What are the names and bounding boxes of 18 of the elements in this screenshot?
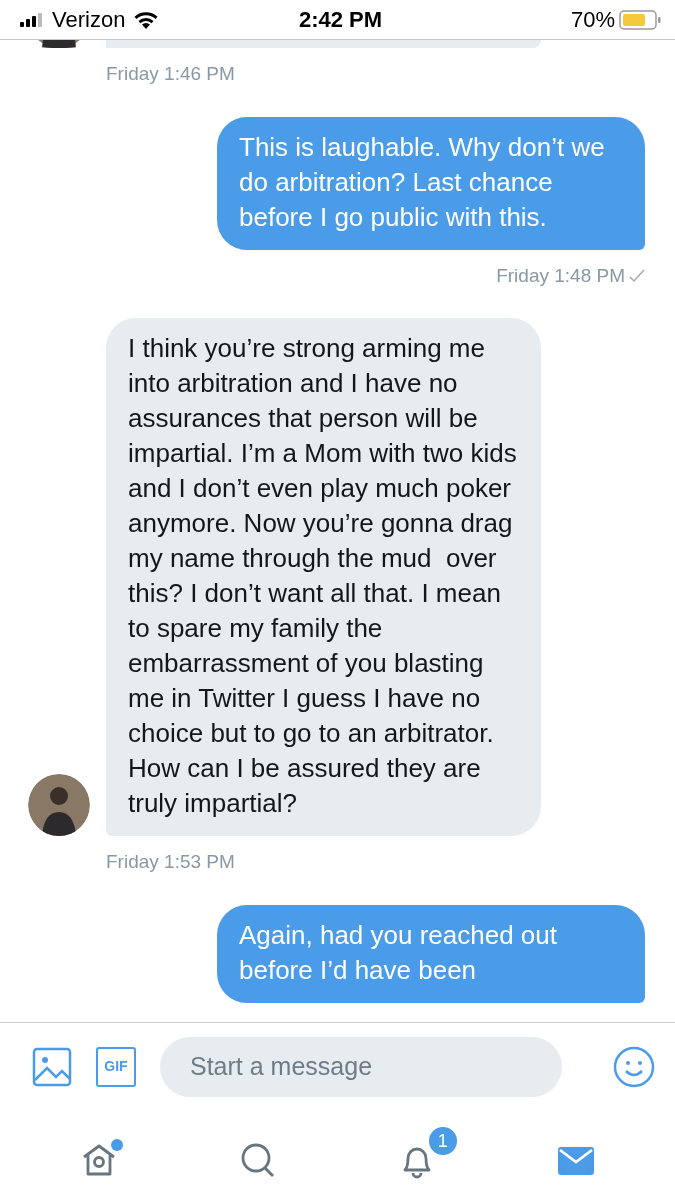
gif-button[interactable]: GIF <box>96 1046 136 1087</box>
tab-button[interactable]: 1 <box>374 1125 459 1185</box>
wifi-icon <box>133 10 160 29</box>
status-time: 2:42 PM <box>298 6 383 34</box>
notification-badge: 1 <box>426 1125 459 1157</box>
image-icon[interactable] <box>32 1046 72 1087</box>
message-time: Friday 1:46 PM <box>106 62 235 86</box>
message-time: Friday 1:53 PM <box>106 850 235 874</box>
message-bubble: This is laughable. Why don’t we do arbitration? Last chance before I go public with this. <box>217 116 645 250</box>
message-bubble: Again, had you reached out before I’d have been <box>217 904 645 1003</box>
signal-icon <box>20 12 44 27</box>
battery-icon <box>619 9 661 30</box>
carrier-name: Verizon <box>52 6 126 34</box>
message-bubble: I think you’re strong arming me into arbitration and I have no assurances that person will be impartial. I’m a Mom with two kids and I don’t even play much poker anymore. Now you’re gonna drag my name through the mud over this? I don’t want all that. I mean to spare my family the embarrassment of you blasting me in Twitter I guess I have no choice but to go to an arbitrator. How can I be assured they are truly impartial? <box>106 318 541 836</box>
emoji-icon[interactable] <box>613 1045 655 1088</box>
message-field[interactable]: Start a message <box>160 1036 562 1097</box>
battery-percent: 70% <box>570 6 615 34</box>
message-time: Friday 1:48 PM <box>496 263 625 288</box>
